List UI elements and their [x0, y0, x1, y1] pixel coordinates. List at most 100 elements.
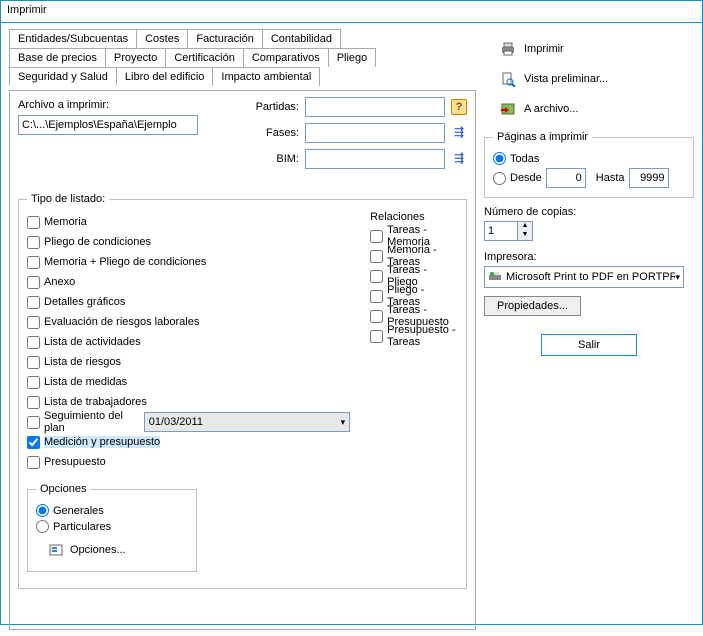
checkbox-label: Medición y presupuesto: [44, 436, 160, 448]
generales-label: Generales: [53, 505, 104, 517]
radio-desde[interactable]: [493, 172, 506, 185]
tab-base-de-precios[interactable]: Base de precios: [9, 48, 106, 67]
list-select-icon[interactable]: ⇶: [451, 125, 467, 141]
opciones-button[interactable]: Opciones...: [48, 542, 126, 558]
preview-action[interactable]: Vista preliminar...: [500, 71, 694, 87]
tofile-icon: [500, 101, 516, 117]
tab-strip: Entidades/SubcuentasCostesFacturaciónCon…: [9, 29, 476, 86]
spin-up[interactable]: ▲: [518, 222, 532, 231]
checkbox-label: Evaluación de riesgos laborales: [44, 316, 199, 328]
checkbox-label: Lista de actividades: [44, 336, 141, 348]
bim-input[interactable]: [305, 149, 445, 169]
checkbox-tareas-memoria[interactable]: [370, 230, 383, 243]
propiedades-button[interactable]: Propiedades...: [484, 296, 581, 316]
plan-date-select[interactable]: 01/03/2011▾: [144, 412, 350, 432]
fases-label: Fases:: [249, 127, 299, 139]
file-path-input[interactable]: [18, 115, 198, 135]
tab-libro-del-edificio[interactable]: Libro del edificio: [116, 67, 214, 86]
tab-contabilidad[interactable]: Contabilidad: [262, 29, 341, 48]
printer-icon: [500, 41, 516, 57]
tab-facturaci-n[interactable]: Facturación: [187, 29, 262, 48]
checkbox-label: Memoria: [44, 216, 87, 228]
checkbox-label: Lista de medidas: [44, 376, 127, 388]
radio-todas[interactable]: [493, 152, 506, 165]
opciones-button-label: Opciones...: [70, 544, 126, 556]
desde-label: Desde: [510, 172, 542, 184]
opciones-group: Opciones Generales Particulares: [27, 483, 197, 572]
checkbox-lista-de-actividades[interactable]: [27, 336, 40, 349]
salir-button[interactable]: Salir: [541, 334, 637, 356]
checkbox-label: Pliego de condiciones: [44, 236, 151, 248]
options-icon: [48, 542, 64, 558]
preview-icon: [500, 71, 516, 87]
checkbox-lista-de-trabajadores[interactable]: [27, 396, 40, 409]
checkbox-tareas-pliego[interactable]: [370, 270, 383, 283]
checkbox-lista-de-medidas[interactable]: [27, 376, 40, 389]
tofile-action[interactable]: A archivo...: [500, 101, 694, 117]
help-icon[interactable]: ?: [451, 99, 467, 115]
list-select-icon[interactable]: ⇶: [451, 151, 467, 167]
checkbox-label: Seguimiento del plan: [44, 410, 134, 434]
tab-comparativos[interactable]: Comparativos: [243, 48, 329, 67]
checkbox-memoria-tareas[interactable]: [370, 250, 383, 263]
checkbox-label: Memoria + Pliego de condiciones: [44, 256, 206, 268]
tab-pliego[interactable]: Pliego: [328, 48, 377, 67]
printer-select[interactable]: Microsoft Print to PDF en PORTPROMP ▾: [484, 266, 684, 288]
printer-value: Microsoft Print to PDF en PORTPROMP: [506, 271, 675, 283]
checkbox-presupuesto-tareas[interactable]: [370, 330, 383, 343]
checkbox-tareas-presupuesto[interactable]: [370, 310, 383, 323]
opciones-legend: Opciones: [36, 483, 90, 495]
checkbox-memoria[interactable]: [27, 216, 40, 229]
tipo-listado-group: Tipo de listado: MemoriaPliego de condic…: [18, 193, 467, 589]
checkbox-medici-n-y-presupuesto[interactable]: [27, 436, 40, 449]
print-action[interactable]: Imprimir: [500, 41, 694, 57]
partidas-input[interactable]: [305, 97, 445, 117]
tab-entidades-subcuentas[interactable]: Entidades/Subcuentas: [9, 29, 137, 48]
todas-label: Todas: [510, 153, 539, 165]
checkbox-label: Anexo: [44, 276, 75, 288]
paginas-legend: Páginas a imprimir: [493, 131, 592, 143]
checkbox-anexo[interactable]: [27, 276, 40, 289]
checkbox-label: Presupuesto - Tareas: [387, 324, 458, 348]
impresora-label: Impresora:: [484, 251, 694, 263]
paginas-group: Páginas a imprimir Todas Desde Hasta: [484, 131, 694, 198]
preview-label: Vista preliminar...: [524, 73, 608, 85]
checkbox-seguimiento-del-plan[interactable]: [27, 416, 40, 429]
file-label: Archivo a imprimir:: [18, 99, 109, 111]
checkbox-label: Lista de trabajadores: [44, 396, 147, 408]
desde-input[interactable]: [546, 168, 586, 188]
checkbox-label: Presupuesto: [44, 456, 106, 468]
checkbox-evaluaci-n-de-riesgos-laborales[interactable]: [27, 316, 40, 329]
copias-label: Número de copias:: [484, 206, 694, 218]
radio-particulares[interactable]: [36, 520, 49, 533]
hasta-label: Hasta: [596, 172, 625, 184]
relaciones-legend: Relaciones: [370, 211, 458, 223]
checkbox-pliego-tareas[interactable]: [370, 290, 383, 303]
checkbox-detalles-gr-ficos[interactable]: [27, 296, 40, 309]
tab-seguridad-y-salud[interactable]: Seguridad y Salud: [9, 67, 117, 86]
spin-down[interactable]: ▼: [518, 231, 532, 240]
fases-input[interactable]: [305, 123, 445, 143]
particulares-label: Particulares: [53, 521, 111, 533]
copias-input[interactable]: [484, 221, 518, 241]
bim-label: BIM:: [249, 153, 299, 165]
printer-small-icon: [488, 269, 502, 285]
checkbox-label: Detalles gráficos: [44, 296, 125, 308]
tab-costes[interactable]: Costes: [136, 29, 188, 48]
tab-proyecto[interactable]: Proyecto: [105, 48, 166, 67]
tab-panel: Partidas: ? Fases: ⇶ BIM: ⇶: [9, 90, 476, 630]
tab-certificaci-n[interactable]: Certificación: [165, 48, 244, 67]
tab-impacto-ambiental[interactable]: Impacto ambiental: [212, 67, 320, 86]
checkbox-label: Lista de riesgos: [44, 356, 121, 368]
checkbox-pliego-de-condiciones[interactable]: [27, 236, 40, 249]
window-title: Imprimir: [1, 1, 702, 23]
tofile-label: A archivo...: [524, 103, 578, 115]
chevron-down-icon: ▾: [675, 272, 680, 283]
print-label: Imprimir: [524, 43, 564, 55]
checkbox-presupuesto[interactable]: [27, 456, 40, 469]
checkbox-lista-de-riesgos[interactable]: [27, 356, 40, 369]
checkbox-memoria-pliego-de-condiciones[interactable]: [27, 256, 40, 269]
partidas-label: Partidas:: [249, 101, 299, 113]
hasta-input[interactable]: [629, 168, 669, 188]
radio-generales[interactable]: [36, 504, 49, 517]
